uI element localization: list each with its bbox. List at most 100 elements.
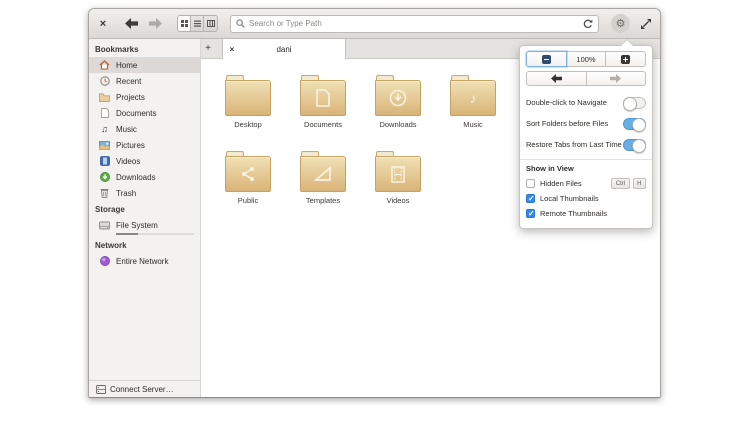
disk-usage-fill (116, 233, 138, 235)
folder-desktop[interactable]: Desktop (213, 73, 283, 129)
folder-icon (300, 151, 346, 192)
server-icon (95, 384, 106, 395)
refresh-icon[interactable] (583, 19, 593, 29)
toggle-row-double-click: Double-click to Navigate (526, 93, 646, 112)
search-input[interactable]: Search or Type Path (230, 14, 599, 33)
folder-label: Templates (305, 196, 341, 205)
sidebar-item-entire-network[interactable]: Entire Network (89, 253, 200, 269)
columns-icon (206, 20, 215, 27)
double-click-toggle[interactable] (623, 96, 646, 111)
folder-icon (225, 151, 271, 192)
folder-videos[interactable]: Videos (363, 149, 433, 205)
document-emblem-icon (300, 82, 346, 114)
photo-icon (99, 140, 110, 151)
checkbox-row-hidden-files: Hidden Files Ctrl H (526, 176, 646, 191)
folder-icon (300, 75, 346, 116)
expand-icon (641, 18, 651, 29)
local-thumbnails-checkbox[interactable] (526, 194, 535, 203)
close-window-icon[interactable]: × (95, 18, 111, 30)
clock-icon (99, 76, 110, 87)
sidebar-item-label: Music (116, 124, 137, 134)
search-icon (236, 19, 245, 28)
film-emblem-icon (375, 158, 421, 190)
tab-dani[interactable]: × dani (222, 39, 346, 59)
list-icon (193, 20, 201, 27)
tab-close-icon[interactable]: × (223, 45, 241, 54)
sidebar-header-storage: Storage (95, 205, 125, 214)
folder-label: Public (237, 196, 259, 205)
sidebar-item-pictures[interactable]: Pictures (89, 137, 200, 153)
share-emblem-icon (225, 158, 271, 190)
folder-icon (99, 92, 110, 103)
sidebar-item-recent[interactable]: Recent (89, 73, 200, 89)
download-emblem-icon (375, 82, 421, 114)
menu-back-button[interactable] (526, 71, 587, 86)
back-button[interactable] (123, 17, 139, 31)
sidebar-item-label: Videos (116, 156, 141, 166)
sidebar-item-videos[interactable]: Videos (89, 153, 200, 169)
sidebar-item-label: Downloads (116, 172, 156, 182)
toggle-label: Restore Tabs from Last Time (526, 140, 622, 149)
folder-public[interactable]: Public (213, 149, 283, 205)
forward-button[interactable] (147, 17, 163, 31)
connect-server-button[interactable]: Connect Server… (89, 380, 200, 397)
new-tab-button[interactable]: + (201, 38, 215, 58)
video-icon (99, 156, 110, 167)
back-arrow-icon (550, 74, 562, 83)
search-placeholder: Search or Type Path (249, 19, 322, 28)
home-icon (99, 60, 110, 71)
zoom-out-button[interactable] (526, 51, 567, 67)
grid-icon (180, 20, 188, 27)
fullscreen-button[interactable] (640, 18, 652, 30)
back-arrow-icon (124, 18, 138, 29)
folder-label: Music (463, 120, 483, 129)
column-view-button[interactable] (204, 16, 217, 31)
sidebar-item-file-system[interactable]: File System (89, 217, 200, 233)
sort-folders-toggle[interactable] (623, 117, 646, 132)
disk-usage-bar (116, 233, 194, 235)
grid-view-button[interactable] (178, 16, 191, 31)
folder-icon: ♪ (450, 75, 496, 116)
settings-menu: 100% Double-click to Navigate Sort Folde… (519, 39, 653, 229)
tab-title: dani (276, 44, 292, 54)
settings-button[interactable]: ⚙ (611, 14, 630, 33)
sidebar-item-label: Recent (116, 76, 142, 86)
remote-thumbnails-checkbox[interactable] (526, 209, 535, 218)
music-emblem-icon: ♪ (469, 90, 477, 106)
key-h: H (632, 178, 646, 189)
music-note-icon: ♫ (101, 123, 108, 134)
sidebar-item-projects[interactable]: Projects (89, 89, 200, 105)
sidebar-item-trash[interactable]: Trash (89, 185, 200, 201)
folder-templates[interactable]: Templates (288, 149, 358, 205)
sidebar-item-label: Projects (116, 92, 145, 102)
hidden-files-checkbox[interactable] (526, 179, 535, 188)
list-view-button[interactable] (191, 16, 204, 31)
sidebar: Bookmarks Home Recent Projects Documents… (89, 39, 201, 397)
forward-arrow-icon (148, 18, 162, 29)
folder-documents[interactable]: Documents (288, 73, 358, 129)
sidebar-item-music[interactable]: ♫ Music (89, 121, 200, 137)
sidebar-item-downloads[interactable]: Downloads (89, 169, 200, 185)
menu-forward-button[interactable] (586, 71, 646, 86)
folder-downloads[interactable]: Downloads (363, 73, 433, 129)
toggle-row-restore-tabs: Restore Tabs from Last Time (526, 135, 646, 154)
template-emblem-icon (300, 158, 346, 190)
zoom-control: 100% (526, 51, 647, 67)
trash-icon (99, 188, 110, 199)
toggle-label: Sort Folders before Files (526, 119, 609, 128)
folder-label: Downloads (379, 120, 417, 129)
sidebar-item-label: Documents (116, 108, 157, 118)
folder-icon (225, 75, 271, 116)
folder-music[interactable]: ♪ Music (438, 73, 508, 129)
show-in-view-header: Show in View (526, 164, 574, 173)
zoom-level: 100% (566, 51, 607, 67)
sidebar-item-label: Entire Network (116, 256, 169, 266)
sidebar-item-home[interactable]: Home (89, 57, 200, 73)
folder-icon (375, 75, 421, 116)
checkbox-row-remote-thumbnails: Remote Thumbnails (526, 206, 646, 221)
checkbox-label: Remote Thumbnails (540, 209, 607, 218)
sidebar-item-documents[interactable]: Documents (89, 105, 200, 121)
zoom-in-button[interactable] (606, 51, 647, 67)
document-icon (99, 108, 110, 119)
restore-tabs-toggle[interactable] (623, 138, 646, 153)
